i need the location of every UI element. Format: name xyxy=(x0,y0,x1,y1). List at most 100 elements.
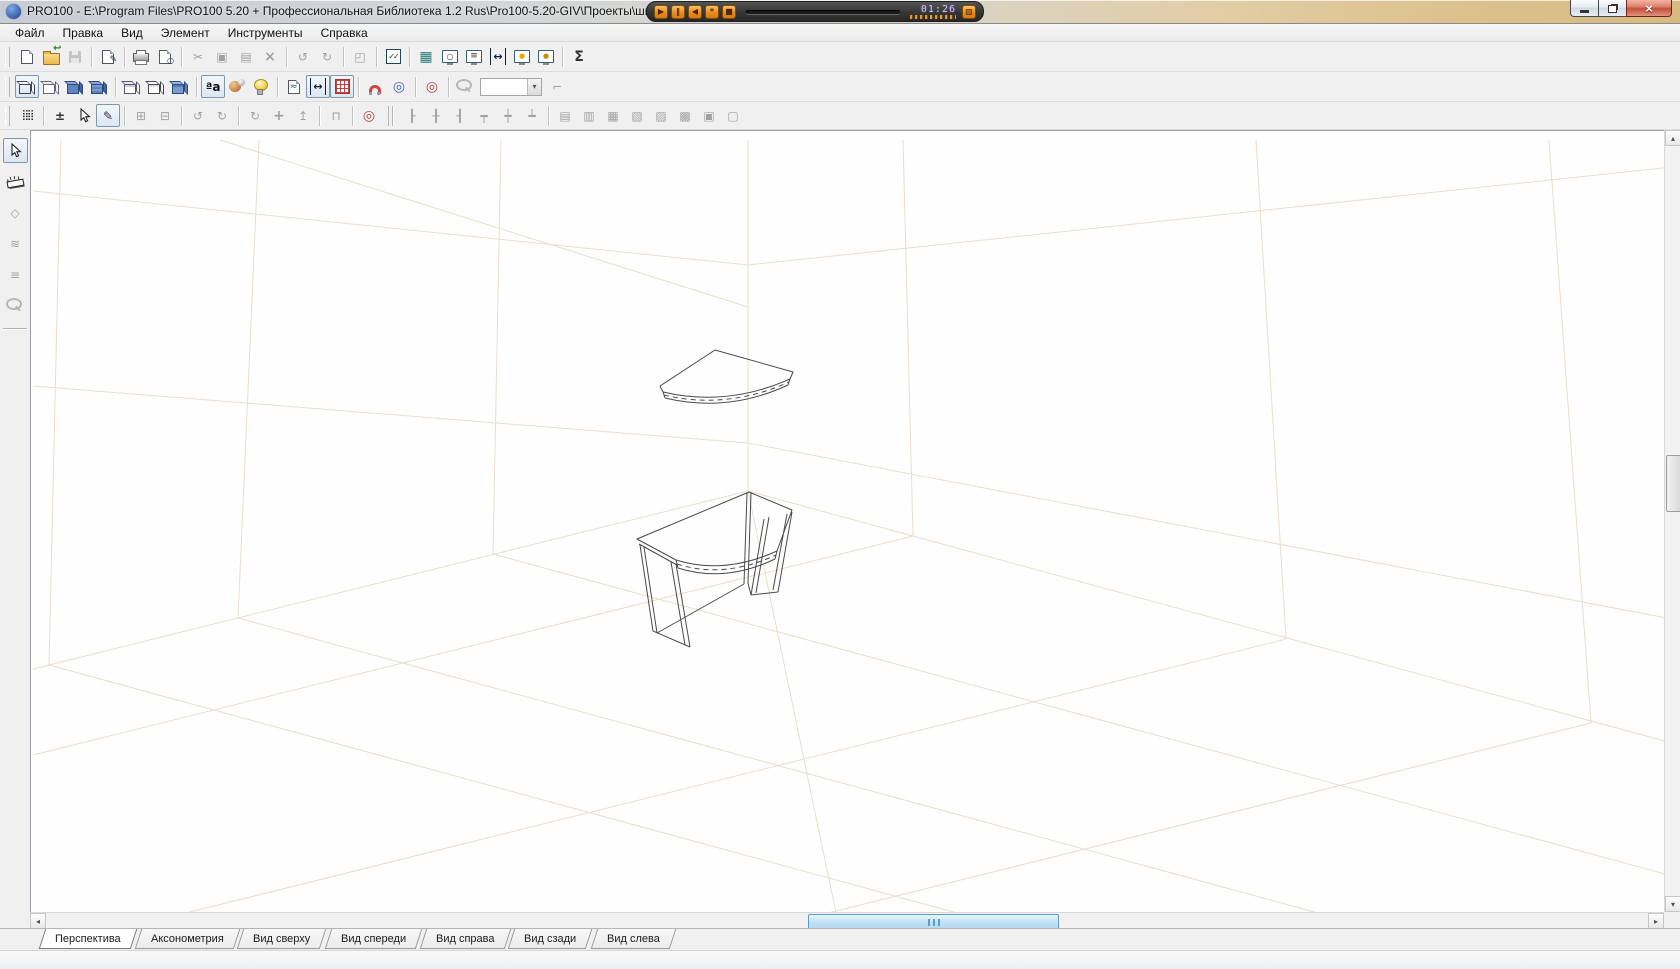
tool-new-panel-button[interactable] xyxy=(3,169,28,194)
toolbar-separator xyxy=(124,47,125,67)
zoom-level-combo[interactable]: ▾ xyxy=(480,78,542,96)
bulb-icon xyxy=(254,79,268,91)
settings-checklist-button[interactable] xyxy=(381,45,405,68)
lighting-button[interactable] xyxy=(249,75,273,98)
tab-perspective[interactable]: Перспектива xyxy=(39,929,137,949)
cursor-icon xyxy=(78,107,91,124)
rewind-button[interactable]: ◀ xyxy=(688,5,702,19)
sketch-mode-button[interactable] xyxy=(282,75,306,98)
pencil-icon: ✎ xyxy=(102,107,114,124)
snap-magnet-button[interactable] xyxy=(363,75,387,98)
dimensions-report-button[interactable]: ↔ xyxy=(486,45,510,68)
scroll-up-arrow-icon[interactable]: ▴ xyxy=(1665,130,1680,146)
summary-sigma-button[interactable]: Σ xyxy=(567,45,591,68)
v-scrollbar[interactable]: ▴ ▾ xyxy=(1664,130,1680,912)
tab-front-view[interactable]: Вид спереди xyxy=(325,929,423,949)
center-camera-button[interactable]: ◎ xyxy=(420,75,444,98)
report-button[interactable] xyxy=(96,45,120,68)
select-tool-button[interactable] xyxy=(72,104,96,127)
grid-dots-button[interactable]: ⣿⣿ xyxy=(15,104,39,127)
dist-7-icon: ▣ xyxy=(703,107,715,124)
shelf-wireframe[interactable] xyxy=(660,350,793,403)
play-button[interactable]: ▶ xyxy=(654,5,668,19)
redo-icon: ↻ xyxy=(321,48,333,65)
view-shaded-button[interactable] xyxy=(63,75,87,98)
show-dimensions-button[interactable]: ↔ xyxy=(306,75,330,98)
new-project-button[interactable] xyxy=(15,45,39,68)
snap-points-button[interactable]: ◎ xyxy=(387,75,411,98)
structure-report-button[interactable] xyxy=(462,45,486,68)
distribute-h-space-button: ▣ xyxy=(697,104,721,127)
align-top-icon: ┯ xyxy=(478,107,490,124)
menu-element[interactable]: Элемент xyxy=(152,24,219,42)
v-scroll-thumb[interactable] xyxy=(1666,455,1680,512)
materials-sphere-button[interactable] xyxy=(225,75,249,98)
distribute-top-button: ▧ xyxy=(625,104,649,127)
save-project-button xyxy=(63,45,87,68)
dist-3-icon: ▦ xyxy=(607,107,619,124)
price-list-button[interactable]: ▦ xyxy=(414,45,438,68)
tool-element-list-button: ≡ xyxy=(3,262,28,287)
recorder-buttons: ▶‖◀*■ xyxy=(654,5,736,19)
title-bar[interactable]: PRO100 - E:\Program Files\PRO100 5.20 + … xyxy=(0,0,1680,24)
toolbar-grip[interactable] xyxy=(5,47,10,67)
recorder-slider[interactable] xyxy=(746,10,900,14)
tab-axonometry[interactable]: Аксонометрия xyxy=(134,929,239,949)
restore-button[interactable] xyxy=(1598,0,1627,17)
minimize-button[interactable] xyxy=(1570,0,1599,17)
chevron-down-icon[interactable]: ▾ xyxy=(527,79,541,95)
menu-edit[interactable]: Правка xyxy=(54,24,113,42)
tab-top-view[interactable]: Вид сверху xyxy=(237,929,327,949)
close-button[interactable] xyxy=(1626,0,1672,17)
print-button[interactable] xyxy=(129,45,153,68)
toolbar-grip[interactable] xyxy=(5,77,10,97)
open-project-button[interactable] xyxy=(39,45,63,68)
stop-button[interactable]: ■ xyxy=(722,5,736,19)
sphere-icon xyxy=(229,81,241,92)
viewport-3d[interactable] xyxy=(30,130,1664,912)
draw-pencil-button[interactable]: ✎ xyxy=(96,104,120,127)
pause-button[interactable]: ‖ xyxy=(671,5,685,19)
menu-file[interactable]: Файл xyxy=(6,24,54,42)
h-scrollbar[interactable]: ◂ ▸ xyxy=(30,912,1664,928)
recorder-overlay[interactable]: ▶‖◀*■ 01:26 ▨ xyxy=(646,1,984,22)
menu-view[interactable]: Вид xyxy=(112,24,152,42)
desk-wireframe[interactable] xyxy=(637,492,792,647)
scroll-down-arrow-icon[interactable]: ▾ xyxy=(1665,896,1680,912)
dist-5-icon: ▨ xyxy=(655,107,667,124)
scroll-left-arrow-icon[interactable]: ◂ xyxy=(30,913,46,929)
interior-outline-button[interactable] xyxy=(120,75,144,98)
view-textured-button[interactable] xyxy=(87,75,111,98)
toolbar-grip[interactable] xyxy=(5,106,10,126)
print-preview-button[interactable] xyxy=(153,45,177,68)
tab-left-view[interactable]: Вид слева xyxy=(590,929,675,949)
cursor-icon xyxy=(9,142,22,159)
recorder-menu-button[interactable]: ▨ xyxy=(962,5,976,19)
interior-shaded-button[interactable] xyxy=(168,75,192,98)
view-hidden-lines-button[interactable] xyxy=(39,75,63,98)
tab-back-view[interactable]: Вид сзади xyxy=(508,929,593,949)
box-white-icon xyxy=(124,84,136,94)
menu-help[interactable]: Справка xyxy=(312,24,377,42)
record-button[interactable]: * xyxy=(705,5,719,19)
restore-icon xyxy=(1608,5,1617,13)
dist-4-icon: ▧ xyxy=(631,107,643,124)
preview-screen-button[interactable] xyxy=(438,45,462,68)
rotation-center-button[interactable]: ◎ xyxy=(357,104,381,127)
scroll-right-arrow-icon[interactable]: ▸ xyxy=(1648,913,1664,929)
accounting-screen-button[interactable] xyxy=(534,45,558,68)
page-lens-icon xyxy=(159,50,171,64)
delete-button: × xyxy=(258,45,282,68)
tab-right-view[interactable]: Вид справа xyxy=(420,929,511,949)
toolbar-separator xyxy=(319,106,320,126)
view-wireframe-button[interactable] xyxy=(15,75,39,98)
tool-select-button[interactable] xyxy=(3,138,28,163)
distribute-bottom-button: ▩ xyxy=(673,104,697,127)
interior-wireframe-button[interactable] xyxy=(144,75,168,98)
menu-tools[interactable]: Инструменты xyxy=(219,24,312,42)
hints-screen-button[interactable] xyxy=(510,45,534,68)
antialiasing-button[interactable]: ªa xyxy=(201,75,225,98)
show-grid-button[interactable] xyxy=(330,75,354,98)
add-element-button[interactable]: ± xyxy=(48,104,72,127)
tab-label: Вид сверху xyxy=(254,933,311,945)
